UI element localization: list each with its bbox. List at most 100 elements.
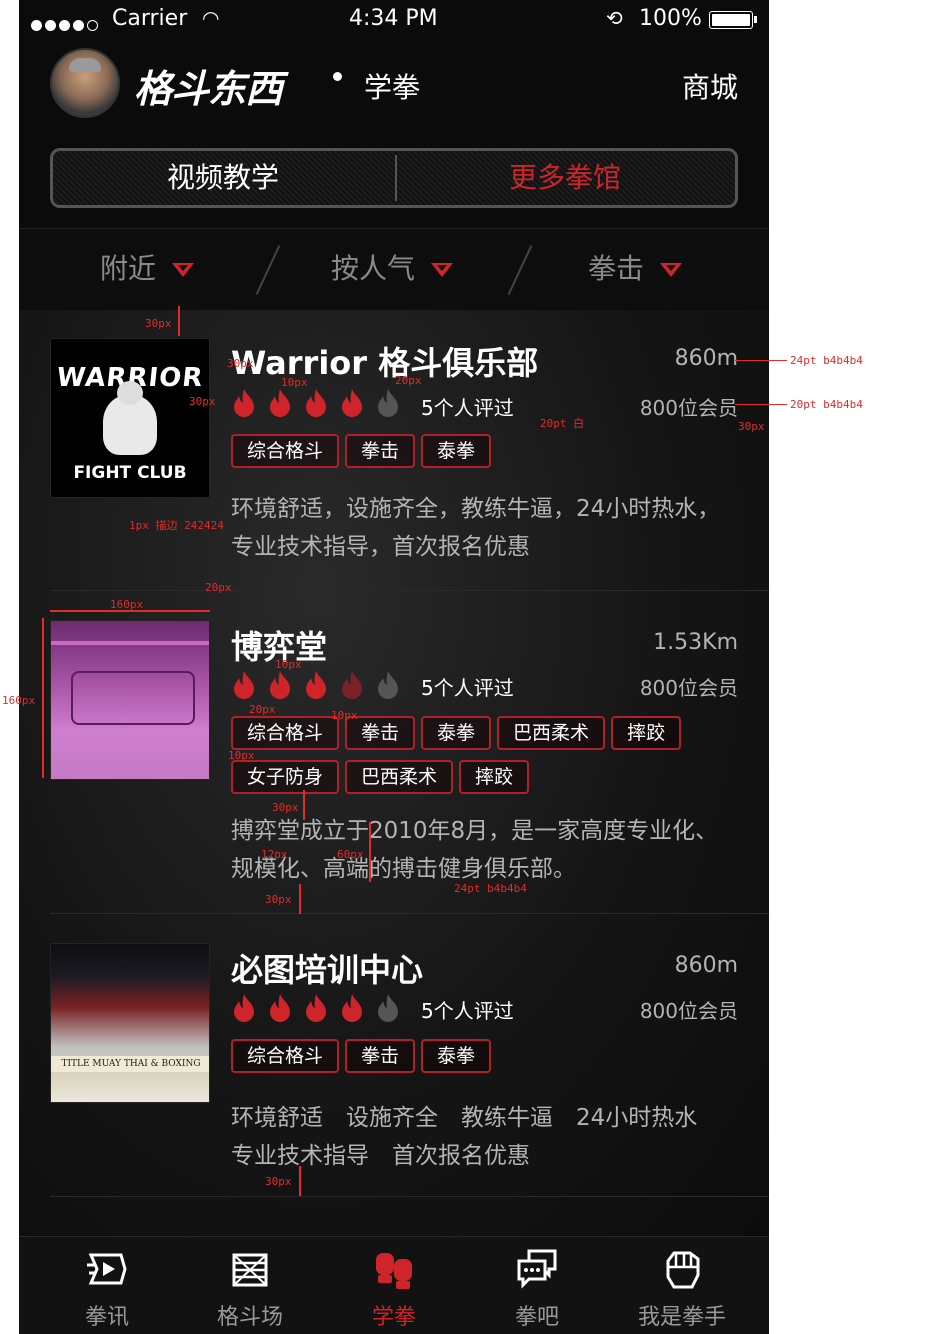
carrier-label: Carrier bbox=[112, 6, 188, 31]
spec-label: 10px bbox=[331, 709, 358, 722]
spec-label: 20pt 白 bbox=[540, 417, 585, 430]
tag-chip[interactable]: 摔跤 bbox=[611, 716, 682, 750]
app-header: 格斗东西 学拳 商城 bbox=[19, 40, 769, 130]
flame-icon bbox=[306, 389, 326, 417]
flame-icon bbox=[378, 389, 398, 417]
tag-chip[interactable]: 泰拳 bbox=[421, 716, 492, 750]
member-count: 800位会员 bbox=[639, 676, 738, 700]
gym-name: 必图培训中心 bbox=[231, 951, 424, 989]
spec-measure-line bbox=[299, 1166, 301, 1196]
ring-icon bbox=[232, 1253, 268, 1287]
gym-description: 搏弈堂成立于2010年8月，是一家高度专业化、规模化、高端的搏击健身俱乐部。 bbox=[231, 818, 719, 882]
rating-flames bbox=[231, 993, 411, 1023]
flame-icon bbox=[234, 994, 254, 1022]
filter-nearby[interactable]: 附近 bbox=[100, 229, 195, 309]
tag-chip[interactable]: 综合格斗 bbox=[231, 434, 340, 468]
gloves-icon bbox=[376, 1253, 412, 1289]
tag-chip[interactable]: 巴西柔术 bbox=[497, 716, 606, 750]
segment-video-tutorials[interactable]: 视频教学 bbox=[53, 151, 393, 205]
tag-chip[interactable]: 拳击 bbox=[345, 1039, 416, 1073]
divider bbox=[50, 913, 769, 914]
tab-label: 格斗场 bbox=[216, 1305, 283, 1330]
tab-forum[interactable]: 拳吧 bbox=[462, 1237, 612, 1334]
tag-chip[interactable]: 泰拳 bbox=[421, 1039, 492, 1073]
filter-popularity[interactable]: 按人气 bbox=[331, 229, 454, 309]
signal-icon bbox=[31, 12, 101, 37]
review-count: 5个人评过 bbox=[421, 999, 514, 1023]
spec-label: 30px bbox=[265, 1175, 292, 1188]
member-count: 800位会员 bbox=[639, 396, 738, 420]
spec-measure-line bbox=[299, 884, 301, 914]
battery-percent: 100% bbox=[639, 6, 702, 31]
flame-icon bbox=[378, 671, 398, 699]
shop-link[interactable]: 商城 bbox=[682, 66, 738, 106]
flame-icon bbox=[270, 671, 290, 699]
tab-news[interactable]: 拳讯 bbox=[32, 1237, 182, 1334]
spec-leader-line bbox=[735, 360, 787, 361]
gym-distance: 860m bbox=[674, 953, 738, 978]
gym-description: 环境舒适 设施齐全 教练牛逼 24小时热水 专业技术指导 首次报名优惠 bbox=[231, 1105, 721, 1169]
fist-icon bbox=[666, 1251, 700, 1289]
tag-chip[interactable]: 女子防身 bbox=[231, 760, 340, 794]
tag-chip[interactable]: 摔跤 bbox=[459, 760, 530, 794]
spec-label: 12px bbox=[261, 848, 288, 861]
tab-bar: 拳讯 格斗场 学拳 拳吧 我是拳手 bbox=[19, 1236, 769, 1334]
tag-chip[interactable]: 泰拳 bbox=[421, 434, 492, 468]
app-logo: 格斗东西 bbox=[134, 67, 283, 111]
spec-label: 20px bbox=[395, 374, 422, 387]
tag-chip[interactable]: 综合格斗 bbox=[231, 716, 340, 750]
filter-discipline[interactable]: 拳击 bbox=[588, 229, 683, 309]
spec-measure-line bbox=[42, 618, 44, 778]
filter-label: 按人气 bbox=[331, 252, 416, 285]
flame-icon bbox=[342, 994, 362, 1022]
spec-leader-line bbox=[735, 404, 787, 405]
segmented-control: 视频教学 更多拳馆 bbox=[50, 148, 738, 208]
gym-thumbnail: WARRIOR FIGHT CLUB bbox=[50, 338, 210, 498]
rotation-lock-icon: ⟲ bbox=[606, 6, 623, 30]
tab-arena[interactable]: 格斗场 bbox=[175, 1237, 325, 1334]
flame-icon bbox=[306, 671, 326, 699]
review-count: 5个人评过 bbox=[421, 676, 514, 700]
tab-label: 我是拳手 bbox=[637, 1305, 726, 1330]
spec-label: 1px 描边 242424 bbox=[129, 519, 224, 532]
tag-chip[interactable]: 综合格斗 bbox=[231, 1039, 340, 1073]
tag-list: 综合格斗 拳击 泰拳 bbox=[231, 1039, 731, 1083]
flame-icon bbox=[234, 389, 254, 417]
fighter-illustration bbox=[103, 381, 157, 455]
chevron-down-icon bbox=[660, 263, 683, 277]
filter-divider bbox=[255, 245, 281, 295]
spec-measure-line bbox=[369, 822, 371, 882]
spec-label: 30px bbox=[272, 801, 299, 814]
spec-label: 20pt b4b4b4 bbox=[790, 398, 863, 411]
tab-learn-boxing[interactable]: 学拳 bbox=[319, 1237, 469, 1334]
flame-icon bbox=[378, 994, 398, 1022]
spec-measure-line bbox=[50, 610, 210, 612]
phone-screen: Carrier ◠ 4:34 PM ⟲ 100% 格斗东西 学拳 商城 视频教学… bbox=[19, 0, 769, 1334]
wifi-icon: ◠ bbox=[202, 6, 220, 30]
flame-icon bbox=[270, 994, 290, 1022]
flame-icon bbox=[342, 671, 362, 699]
status-bar: Carrier ◠ 4:34 PM ⟲ 100% bbox=[19, 0, 769, 40]
filter-bar: 附近 按人气 拳击 bbox=[19, 228, 769, 309]
spec-label: 30px bbox=[738, 420, 765, 433]
flame-icon bbox=[306, 994, 326, 1022]
chevron-down-icon bbox=[172, 263, 195, 277]
spec-label: 10px bbox=[275, 658, 302, 671]
divider bbox=[50, 1196, 769, 1197]
spec-label: 24pt b4b4b4 bbox=[790, 354, 863, 367]
tag-chip[interactable]: 巴西柔术 bbox=[345, 760, 454, 794]
segment-more-gyms[interactable]: 更多拳馆 bbox=[395, 151, 735, 205]
tab-label: 学拳 bbox=[371, 1305, 416, 1330]
tag-chip[interactable]: 拳击 bbox=[345, 434, 416, 468]
flame-icon bbox=[270, 389, 290, 417]
spec-label: 160px bbox=[2, 694, 36, 707]
spec-label: 30px bbox=[145, 317, 172, 330]
filter-label: 附近 bbox=[100, 252, 157, 285]
gym-name: Warrior 格斗俱乐部 bbox=[231, 344, 539, 382]
spec-label: 24pt b4b4b4 bbox=[454, 882, 527, 895]
member-count: 800位会员 bbox=[639, 999, 738, 1023]
gym-thumbnail bbox=[50, 620, 210, 780]
title-separator-dot bbox=[333, 72, 342, 81]
avatar[interactable] bbox=[50, 48, 120, 118]
tab-profile[interactable]: 我是拳手 bbox=[607, 1237, 757, 1334]
